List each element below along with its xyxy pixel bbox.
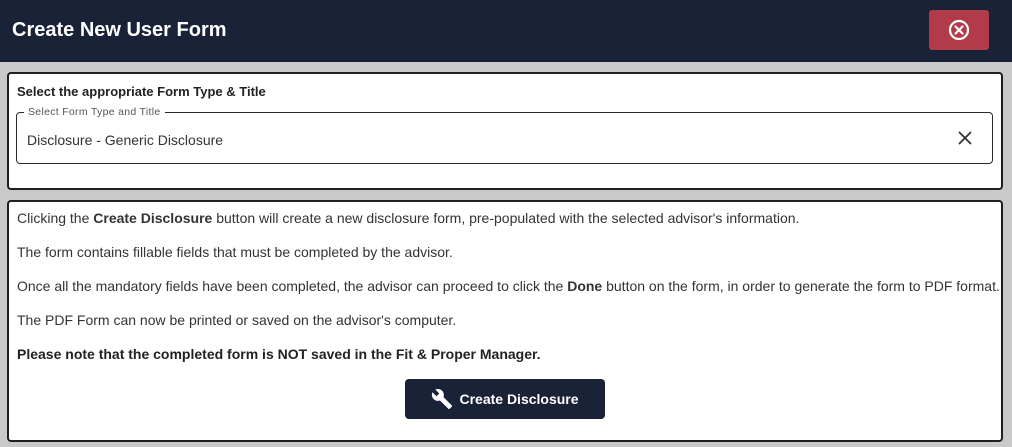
create-disclosure-label: Create Disclosure [459, 391, 579, 407]
text-bold: Create Disclosure [93, 210, 213, 226]
instruction-paragraph-4: The PDF Form can now be printed or saved… [17, 312, 457, 328]
form-type-value: Disclosure - Generic Disclosure [27, 132, 224, 148]
close-button[interactable] [929, 10, 989, 50]
instruction-note: Please note that the completed form is N… [17, 346, 541, 362]
header-bar: Create New User Form [0, 0, 1012, 62]
text-bold: Done [567, 278, 603, 294]
text-segment: button will create a new disclosure form… [212, 210, 800, 226]
page-title: Create New User Form [12, 19, 227, 41]
instructions-card: Clicking the Create Disclosure button wi… [7, 200, 1003, 442]
instruction-paragraph-1: Clicking the Create Disclosure button wi… [17, 210, 799, 226]
form-type-select[interactable]: Select Form Type and Title Disclosure - … [16, 106, 993, 164]
clear-x-icon[interactable] [956, 129, 974, 147]
form-type-legend: Select Form Type and Title [24, 106, 165, 118]
text-segment: Once all the mandatory fields have been … [17, 278, 568, 294]
text-segment: Clicking the [17, 210, 94, 226]
text-segment: button on the form, in order to generate… [602, 278, 1000, 294]
instruction-paragraph-2: The form contains fillable fields that m… [17, 244, 453, 260]
close-circle-icon [948, 19, 970, 41]
wrench-icon [432, 389, 453, 410]
instruction-paragraph-3: Once all the mandatory fields have been … [17, 278, 1000, 294]
form-type-heading: Select the appropriate Form Type & Title [17, 84, 266, 99]
form-type-card: Select the appropriate Form Type & Title… [7, 72, 1003, 190]
create-disclosure-button[interactable]: Create Disclosure [405, 379, 605, 419]
